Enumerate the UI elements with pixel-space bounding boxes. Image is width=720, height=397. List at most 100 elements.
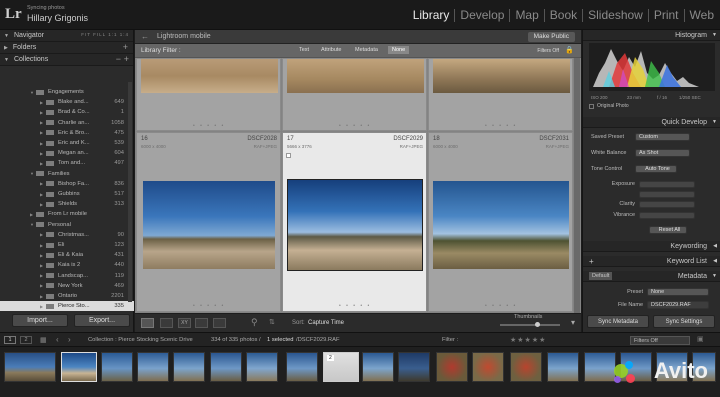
sort-direction-icon[interactable]: ⇅ — [269, 318, 275, 326]
grid-scrollbar[interactable] — [574, 58, 580, 313]
preset-dropdown[interactable]: None — [647, 288, 709, 296]
lock-icon[interactable]: 🔒 — [565, 46, 574, 54]
collapse-triangle-icon[interactable]: ▼ — [712, 117, 717, 128]
compare-view-icon[interactable]: XY — [178, 318, 191, 328]
collection-item[interactable]: ▼ Engagements — [0, 87, 134, 97]
keywording-header[interactable]: Keywording ◀ — [583, 241, 720, 252]
collection-item[interactable]: ▶ Christmas... 90 — [0, 230, 134, 240]
sync-metadata-button[interactable]: Sync Metadata — [587, 315, 649, 328]
collection-item[interactable]: ▶ Eric & Bro... 475 — [0, 128, 134, 138]
rating-dots[interactable]: • • • • • — [193, 123, 225, 129]
grid-cell-selected[interactable]: 17 5666 x 3776 DSCF2029 RAF+JPEG • • • •… — [282, 132, 427, 312]
filmstrip-thumbnail[interactable] — [547, 352, 579, 382]
filmstrip-thumbnail[interactable] — [472, 352, 504, 382]
module-book[interactable]: Book — [545, 9, 584, 22]
collapse-triangle-icon[interactable]: ▼ — [712, 30, 717, 41]
photo-thumbnail[interactable] — [287, 59, 424, 93]
expand-triangle-icon[interactable]: ◀ — [713, 241, 717, 252]
filmstrip-thumbnail[interactable] — [398, 352, 430, 382]
module-slideshow[interactable]: Slideshow — [583, 9, 649, 22]
star-filter[interactable]: ★★★★★ — [510, 336, 546, 344]
filmstrip-thumbnail[interactable] — [173, 352, 205, 382]
collection-item[interactable]: ▼ Personal — [0, 220, 134, 230]
filmstrip-thumbnail[interactable] — [210, 352, 242, 382]
exposure-adjust-buttons[interactable] — [639, 181, 695, 188]
grid-cell[interactable]: • • • • • — [428, 58, 573, 131]
photo-thumbnail[interactable] — [141, 59, 278, 93]
filmstrip-collection[interactable]: Collection : Pierce Stocking Scenic Driv… — [88, 337, 193, 343]
page-2-button[interactable]: 2 — [20, 336, 32, 344]
loupe-view-icon[interactable] — [160, 318, 173, 328]
add-folder-icon[interactable]: + — [123, 42, 128, 52]
filter-tab-metadata[interactable]: Metadata — [355, 47, 378, 53]
thumbnail-size-slider[interactable] — [500, 324, 560, 326]
navigator-zoom-options[interactable]: FIT FILL 1:1 1:4 — [81, 32, 129, 37]
collection-item[interactable]: ▶ Blake and... 649 — [0, 97, 134, 107]
collapse-triangle-icon[interactable]: ▼ — [712, 271, 717, 282]
slider-handle[interactable] — [535, 322, 540, 327]
clarity-adjust-buttons[interactable] — [639, 201, 695, 208]
collapse-triangle-icon[interactable]: ▼ — [4, 57, 9, 63]
collection-item[interactable]: ▶ Landscap... 119 — [0, 271, 134, 281]
filmstrip-thumbnail-selected[interactable] — [61, 352, 97, 382]
lightroom-logo[interactable]: Lr — [5, 6, 22, 23]
collection-item[interactable]: ▶ Megan an... 604 — [0, 148, 134, 158]
rating-dots[interactable]: • • • • • — [339, 123, 371, 129]
filmstrip-thumbnail[interactable] — [510, 352, 542, 382]
collections-header[interactable]: ▼ Collections − + — [0, 54, 133, 66]
filmstrip-thumbnail-badge[interactable]: 2 — [323, 352, 359, 382]
people-view-icon[interactable] — [213, 318, 226, 328]
filmstrip-thumbnail[interactable] — [137, 352, 169, 382]
filmstrip-thumbnail[interactable] — [101, 352, 133, 382]
module-library[interactable]: Library — [408, 9, 456, 22]
saved-preset-dropdown[interactable]: Custom — [635, 133, 690, 141]
reset-all-button[interactable]: Reset All — [649, 226, 687, 234]
module-print[interactable]: Print — [649, 9, 685, 22]
filmstrip-thumbnail[interactable] — [246, 352, 278, 382]
page-1-button[interactable]: 1 — [4, 336, 16, 344]
expand-triangle-icon[interactable]: ▶ — [4, 45, 8, 51]
rating-dots[interactable]: • • • • • — [193, 303, 225, 309]
file-name-field[interactable]: DSCF2029.RAF — [647, 301, 709, 309]
back-arrow-icon[interactable]: ← — [141, 32, 149, 41]
filter-tab-text[interactable]: Text — [299, 47, 309, 53]
collection-item[interactable]: ▶ From Lr mobile — [0, 209, 134, 219]
collection-item[interactable]: ▶ Gubbins 517 — [0, 189, 134, 199]
collection-item[interactable]: ▶ Bishop Fa... 836 — [0, 179, 134, 189]
grid-toggle-icon[interactable]: ▦ — [40, 336, 47, 344]
module-develop[interactable]: Develop — [455, 9, 511, 22]
painter-icon[interactable]: ⚲ — [251, 317, 258, 328]
next-arrow-icon[interactable]: › — [68, 335, 71, 344]
filters-off-dropdown[interactable]: Filters Off — [537, 48, 559, 54]
toolbar-menu-icon[interactable]: ▾ — [571, 318, 575, 327]
collection-item[interactable]: ▶ Kaia is 2 440 — [0, 260, 134, 270]
remove-collection-icon[interactable]: − — [116, 54, 121, 64]
vibrance-adjust-buttons[interactable] — [639, 212, 695, 219]
histogram-header[interactable]: Histogram ▼ — [583, 30, 720, 41]
grid-cell[interactable]: 18 6000 x 4000 DSCF2031 RAF+JPEG • • • •… — [428, 132, 573, 312]
collection-item[interactable]: ▶ Brad & Co... 1 — [0, 107, 134, 117]
auto-tone-button[interactable]: Auto Tone — [635, 165, 677, 173]
collection-item[interactable]: ▶ Eric and K... 539 — [0, 138, 134, 148]
collection-item[interactable]: ▶ Shields 313 — [0, 199, 134, 209]
rating-dots[interactable]: • • • • • — [339, 303, 371, 309]
grid-view-icon[interactable] — [141, 318, 154, 328]
survey-view-icon[interactable] — [195, 318, 208, 328]
filmstrip-thumbnail[interactable] — [4, 352, 56, 382]
folders-header[interactable]: ▶ Folders + — [0, 42, 133, 54]
white-balance-dropdown[interactable]: As Shot — [635, 149, 690, 157]
histogram-graph[interactable] — [589, 43, 715, 91]
add-collection-icon[interactable]: + — [124, 54, 129, 64]
collection-item[interactable]: ▶ Charlie an... 1058 — [0, 118, 134, 128]
metadata-mode-dropdown[interactable]: Default — [589, 272, 613, 280]
user-name[interactable]: Hillary Grigonis — [27, 13, 88, 23]
sort-dropdown[interactable]: Capture Time — [308, 320, 344, 326]
rating-dots[interactable]: • • • • • — [485, 303, 517, 309]
photo-thumbnail[interactable] — [433, 181, 569, 269]
collection-item[interactable]: ▶ Eli & Kaia 431 — [0, 250, 134, 260]
grid-cell[interactable]: • • • • • — [136, 58, 281, 131]
collection-item[interactable]: ▶ New York 469 — [0, 281, 134, 291]
make-public-button[interactable]: Make Public — [527, 32, 575, 42]
lock-icon[interactable]: ▣ — [697, 335, 704, 343]
filmstrip-thumbnail[interactable] — [584, 352, 616, 382]
